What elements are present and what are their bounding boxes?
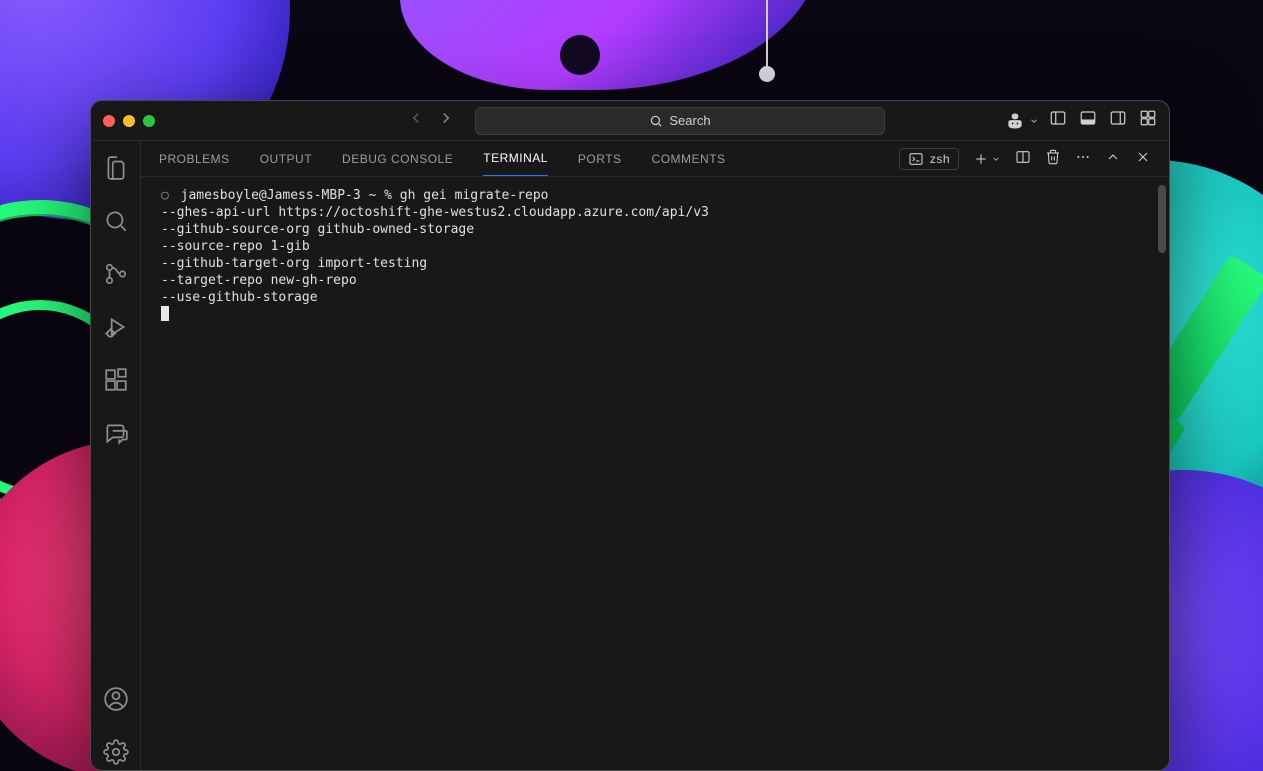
tab-label: OUTPUT bbox=[260, 152, 312, 166]
trash-icon bbox=[1045, 149, 1061, 165]
tab-ports[interactable]: PORTS bbox=[578, 141, 622, 176]
plus-icon bbox=[973, 151, 989, 167]
split-icon bbox=[1015, 149, 1031, 165]
nav-forward-button[interactable] bbox=[437, 109, 455, 132]
tab-label: TERMINAL bbox=[483, 151, 548, 165]
more-actions-button[interactable] bbox=[1075, 149, 1091, 168]
tab-problems[interactable]: PROBLEMS bbox=[159, 141, 230, 176]
source-control-icon[interactable] bbox=[103, 261, 129, 292]
vscode-window: Search bbox=[90, 100, 1170, 771]
window-close-button[interactable] bbox=[103, 115, 115, 127]
window-minimize-button[interactable] bbox=[123, 115, 135, 127]
copilot-icon bbox=[1005, 111, 1025, 131]
toggle-primary-sidebar-button[interactable] bbox=[1049, 109, 1067, 132]
shell-label: zsh bbox=[930, 152, 950, 166]
toggle-panel-button[interactable] bbox=[1079, 109, 1097, 132]
tab-terminal[interactable]: TERMINAL bbox=[483, 141, 548, 176]
tab-label: PROBLEMS bbox=[159, 152, 230, 166]
copilot-button[interactable] bbox=[1005, 111, 1039, 131]
customize-layout-button[interactable] bbox=[1139, 109, 1157, 132]
nav-back-button[interactable] bbox=[407, 109, 425, 132]
settings-gear-icon[interactable] bbox=[103, 739, 129, 770]
chat-icon[interactable] bbox=[103, 420, 129, 451]
close-icon bbox=[1135, 149, 1151, 165]
panel-tabs: PROBLEMS OUTPUT DEBUG CONSOLE TERMINAL P… bbox=[141, 141, 1169, 177]
terminal-scrollbar[interactable] bbox=[1158, 185, 1166, 253]
panel-actions: zsh bbox=[899, 148, 1151, 170]
maximize-panel-button[interactable] bbox=[1105, 149, 1121, 168]
terminal-view[interactable]: ○ jamesboyle@Jamess-MBP-3 ~ % gh gei mig… bbox=[141, 177, 1169, 770]
ellipsis-icon bbox=[1075, 149, 1091, 165]
close-panel-button[interactable] bbox=[1135, 149, 1151, 168]
search-icon[interactable] bbox=[103, 208, 129, 239]
traffic-lights bbox=[103, 115, 155, 127]
tab-comments[interactable]: COMMENTS bbox=[652, 141, 726, 176]
chevron-down-icon bbox=[1029, 116, 1039, 126]
layout-controls bbox=[1049, 109, 1157, 132]
search-icon bbox=[649, 114, 663, 128]
new-terminal-button[interactable] bbox=[973, 151, 1001, 167]
search-placeholder: Search bbox=[669, 113, 710, 128]
kill-terminal-button[interactable] bbox=[1045, 149, 1061, 168]
titlebar: Search bbox=[91, 101, 1169, 141]
command-search-input[interactable]: Search bbox=[475, 107, 885, 135]
chevron-up-icon bbox=[1105, 149, 1121, 165]
extensions-icon[interactable] bbox=[103, 367, 129, 398]
bottom-panel: PROBLEMS OUTPUT DEBUG CONSOLE TERMINAL P… bbox=[141, 141, 1169, 770]
run-debug-icon[interactable] bbox=[103, 314, 129, 345]
window-zoom-button[interactable] bbox=[143, 115, 155, 127]
tab-output[interactable]: OUTPUT bbox=[260, 141, 312, 176]
tab-label: COMMENTS bbox=[652, 152, 726, 166]
terminal-shell-selector[interactable]: zsh bbox=[899, 148, 959, 170]
nav-arrows bbox=[407, 109, 455, 132]
tab-label: PORTS bbox=[578, 152, 622, 166]
toggle-secondary-sidebar-button[interactable] bbox=[1109, 109, 1127, 132]
split-terminal-button[interactable] bbox=[1015, 149, 1031, 168]
explorer-icon[interactable] bbox=[103, 155, 129, 186]
chevron-down-icon bbox=[991, 154, 1001, 164]
activity-bar bbox=[91, 141, 141, 770]
tab-label: DEBUG CONSOLE bbox=[342, 152, 453, 166]
tab-debug-console[interactable]: DEBUG CONSOLE bbox=[342, 141, 453, 176]
terminal-icon bbox=[908, 151, 924, 167]
accounts-icon[interactable] bbox=[103, 686, 129, 717]
